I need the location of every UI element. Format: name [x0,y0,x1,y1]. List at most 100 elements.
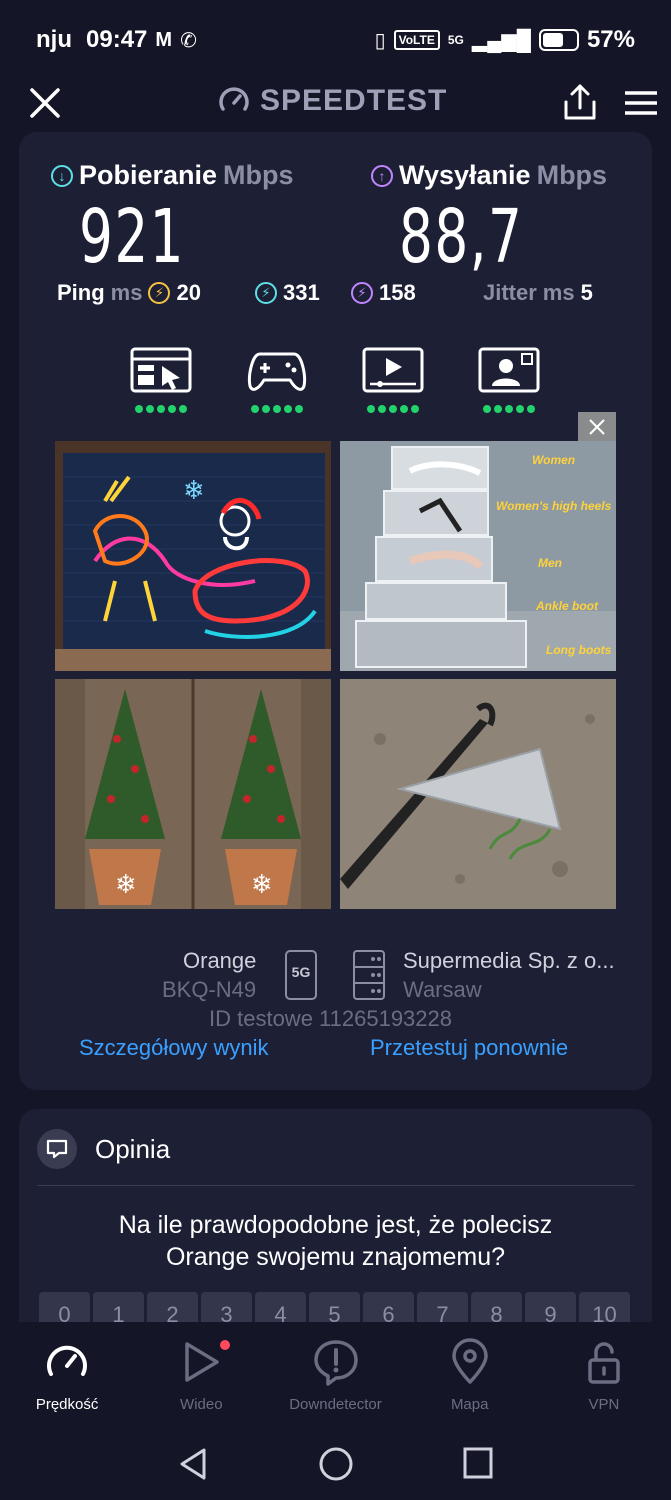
menu-icon[interactable] [624,90,658,116]
quality-video-call[interactable] [478,346,540,413]
neon-santa-image: ❄ [55,441,331,671]
speedometer-icon [47,1345,88,1376]
ad-banner[interactable]: ❄ Women Women's high heels Men Ankle boo… [55,441,616,909]
home-icon[interactable] [318,1446,354,1482]
ad-close-button[interactable] [578,412,616,442]
close-icon[interactable] [28,86,62,120]
opinion-question: Na ile prawdopodobne jest, że polecisz O… [19,1209,652,1273]
christmas-trees-image: ❄ ❄ [55,679,331,909]
shoe-boxes-image [340,441,616,671]
nav-downdetector[interactable]: Downdetector [268,1322,402,1428]
ping-idle-icon: ⚡ [148,282,171,304]
gmail-icon: M [155,28,173,51]
network-badge: 5G [291,964,311,980]
ad-label-women: Women [532,453,576,467]
ping-download-stat: ⚡ 331 [255,280,320,306]
quality-dots [362,405,424,413]
volte-badge: VoLTE [393,30,440,50]
ad-label-men: Men [538,556,562,570]
opinion-question-line-2: Orange swojemu znajomemu? [165,1243,506,1271]
nav-map-label: Mapa [450,1396,489,1413]
carrier-name: nju [36,26,72,53]
ad-tile-garden-hoe[interactable] [340,679,616,909]
speedtest-logo-icon [219,87,249,111]
video-call-icon [478,347,540,393]
opinion-header: Opinia [37,1129,170,1169]
nav-map[interactable]: Mapa [403,1322,537,1428]
download-icon: ↓ [51,164,73,187]
ad-tile-neon-santa[interactable]: ❄ [55,441,331,671]
ping-upload-stat: ⚡ 158 [351,280,416,306]
server-city: Warsaw [403,977,482,1002]
upload-unit: Mbps [536,160,608,190]
server-icon [353,950,385,1000]
upload-icon: ↑ [371,164,393,187]
network-type: 5G [447,33,464,47]
garden-hoe-image [340,679,616,909]
ping-label: Ping [57,280,105,305]
svg-text:❄: ❄ [251,870,273,900]
latency-row: Ping ms ⚡ 20 ⚡ 331 ⚡ 158 Jitter ms 5 [19,280,652,314]
play-icon [185,1342,220,1382]
ad-label-ankle: Ankle boot [536,599,598,613]
wifi-call-icon: ✆ [180,29,197,52]
nav-vpn-label: VPN [588,1396,620,1413]
nav-vpn[interactable]: VPN [537,1322,671,1428]
clock: 09:47 [86,26,148,53]
upload-header: ↑ Wysyłanie Mbps [371,160,607,191]
opinion-title: Opinia [95,1133,171,1164]
ad-tile-shoe-boxes[interactable]: Women Women's high heels Men Ankle boot … [340,441,616,671]
browsing-icon [130,347,192,393]
server-host[interactable]: Supermedia Sp. z o... [403,948,615,974]
ping-download-value: 331 [283,280,320,305]
download-unit: Mbps [223,160,294,190]
ping-unit: ms [110,280,143,305]
close-icon [589,419,605,435]
opinion-question-line-1: Na ile prawdopodobne jest, że polecisz [118,1211,553,1239]
lock-icon [588,1342,620,1384]
nav-video-label: Wideo [180,1396,223,1413]
upload-value: 88,7 [399,194,524,280]
ad-label-heels: Women's high heels [496,499,612,513]
quality-dots [130,405,192,413]
download-header: ↓ Pobieranie Mbps [51,160,294,191]
back-icon[interactable] [176,1446,210,1482]
recents-icon[interactable] [462,1446,494,1480]
quality-browsing[interactable] [130,346,192,413]
gaming-icon [248,352,306,391]
divider [37,1185,634,1186]
detailed-result-link[interactable]: Szczegółowy wynik [79,1035,269,1061]
battery-percent: 57% [586,26,635,53]
test-id: ID testowe 11265193228 [209,1006,452,1031]
status-bar: nju 09:47 M ✆ ▯ VoLTE 5G ▂▄▆█ 57% [0,0,671,80]
jitter-value: 5 [580,280,593,305]
nav-speed[interactable]: Prędkość [0,1322,134,1428]
quality-dots [246,405,308,413]
ad-tile-christmas-trees[interactable]: ❄ ❄ [55,679,331,909]
svg-text:❄: ❄ [115,870,137,900]
quality-video[interactable] [362,346,424,413]
map-pin-icon [451,1338,488,1384]
result-card: ↓ Pobieranie Mbps 921 ↑ Wysyłanie Mbps 8… [19,132,652,1090]
device-model: BKQ-N49 [162,977,257,1002]
opinion-card: Opinia Na ile prawdopodobne jest, że pol… [19,1109,652,1329]
download-label: Pobieranie [79,160,218,190]
retest-link[interactable]: Przetestuj ponownie [370,1035,568,1061]
provider-name: Orange [183,948,257,973]
battery-icon [538,29,579,51]
network-5g-icon: 5G [285,950,317,1000]
vibrate-icon: ▯ [374,29,386,52]
ping-stat: Ping ms ⚡ 20 [57,280,201,306]
notification-dot [220,1340,231,1350]
app-header: SPEEDTEST [0,76,671,132]
share-icon[interactable] [562,82,598,122]
video-streaming-icon [362,347,424,393]
app-title: SPEEDTEST [260,84,448,117]
bottom-navigation: Prędkość Wideo Downdetector Mapa VPN [0,1322,671,1428]
quality-gaming[interactable] [246,346,308,413]
app-brand: SPEEDTEST [218,84,447,118]
ping-upload-value: 158 [379,280,416,305]
nav-video[interactable]: Wideo [134,1322,268,1428]
upload-label: Wysyłanie [399,160,531,190]
svg-text:❄: ❄ [183,476,205,506]
